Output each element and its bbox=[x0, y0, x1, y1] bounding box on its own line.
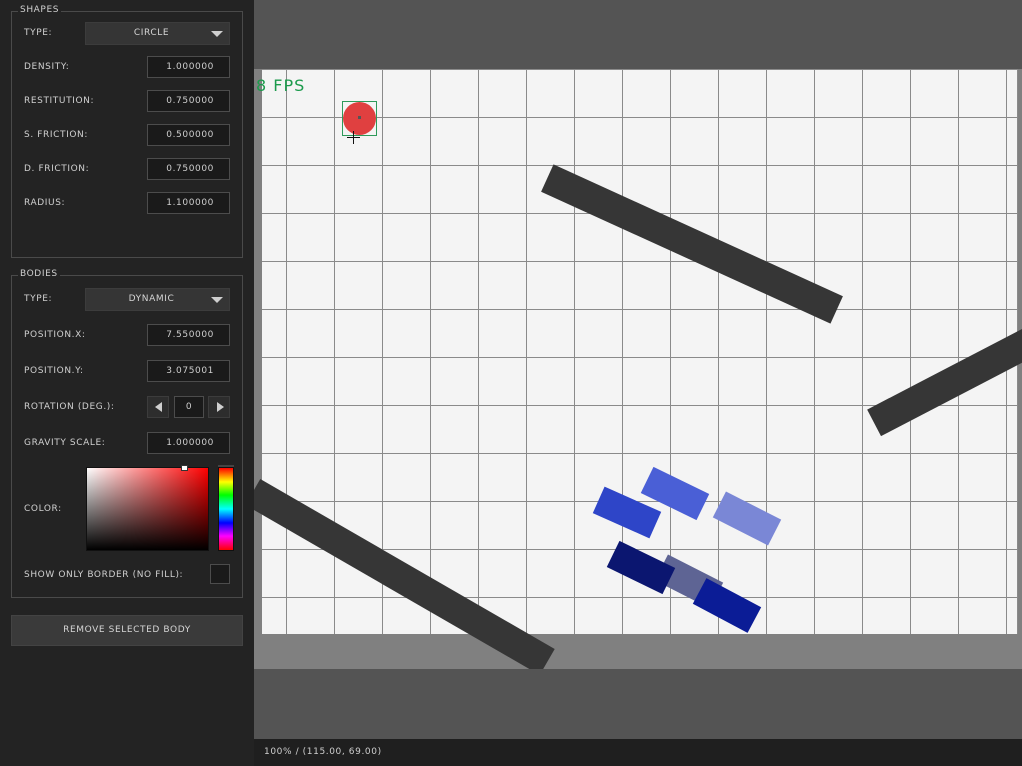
circle-center-marker bbox=[358, 116, 361, 119]
rotation-decrement-button[interactable] bbox=[147, 396, 169, 418]
shape-type-dropdown[interactable]: CIRCLE bbox=[85, 22, 230, 45]
crosshair-cursor-icon bbox=[353, 131, 354, 144]
bodies-legend: BODIES bbox=[18, 269, 60, 279]
status-bar: 100% / (115.00, 69.00) bbox=[254, 739, 1022, 766]
remove-selected-body-button[interactable]: REMOVE SELECTED BODY bbox=[11, 615, 243, 646]
show-border-checkbox[interactable] bbox=[210, 564, 230, 584]
bodies-group: BODIES TYPE: DYNAMIC POSITION.X: 7.55000… bbox=[11, 269, 243, 598]
chevron-down-icon bbox=[211, 297, 223, 303]
physics-canvas[interactable] bbox=[254, 69, 1022, 669]
color-saturation-value-picker[interactable] bbox=[86, 465, 209, 551]
radius-label: RADIUS: bbox=[24, 198, 66, 208]
gravity-scale-label: GRAVITY SCALE: bbox=[24, 438, 106, 448]
radius-field[interactable]: 1.100000 bbox=[147, 192, 230, 214]
restitution-field[interactable]: 0.750000 bbox=[147, 90, 230, 112]
position-x-label: POSITION.X: bbox=[24, 330, 86, 340]
color-label: COLOR: bbox=[24, 504, 62, 514]
properties-sidebar: SHAPES TYPE: CIRCLE DENSITY: 1.000000 RE… bbox=[0, 0, 254, 766]
zoom-coordinates-readout: 100% / (115.00, 69.00) bbox=[264, 747, 382, 757]
chevron-down-icon bbox=[211, 31, 223, 37]
rotation-increment-button[interactable] bbox=[208, 396, 230, 418]
arrow-left-icon bbox=[155, 402, 162, 412]
dynamic-friction-label: D. FRICTION: bbox=[24, 164, 90, 174]
rotation-label: ROTATION (DEG.): bbox=[24, 402, 115, 412]
position-x-field[interactable]: 7.550000 bbox=[147, 324, 230, 346]
static-friction-field[interactable]: 0.500000 bbox=[147, 124, 230, 146]
shapes-legend: SHAPES bbox=[18, 5, 62, 15]
position-y-label: POSITION.Y: bbox=[24, 366, 84, 376]
color-picker-cursor[interactable] bbox=[181, 465, 188, 471]
density-label: DENSITY: bbox=[24, 62, 70, 72]
density-field[interactable]: 1.000000 bbox=[147, 56, 230, 78]
shapes-group: SHAPES TYPE: CIRCLE DENSITY: 1.000000 RE… bbox=[11, 5, 243, 258]
rotation-field[interactable]: 0 bbox=[174, 396, 204, 418]
shape-type-label: TYPE: bbox=[24, 28, 53, 38]
dynamic-friction-field[interactable]: 0.750000 bbox=[147, 158, 230, 180]
gravity-scale-field[interactable]: 1.000000 bbox=[147, 432, 230, 454]
restitution-label: RESTITUTION: bbox=[24, 96, 95, 106]
fps-counter: 8 FPS bbox=[256, 76, 306, 95]
static-friction-label: S. FRICTION: bbox=[24, 130, 89, 140]
body-type-label: TYPE: bbox=[24, 294, 53, 304]
arrow-right-icon bbox=[217, 402, 224, 412]
shape-type-value: CIRCLE bbox=[133, 28, 170, 38]
position-y-field[interactable]: 3.075001 bbox=[147, 360, 230, 382]
show-border-label: SHOW ONLY BORDER (NO FILL): bbox=[24, 570, 184, 580]
body-type-value: DYNAMIC bbox=[128, 294, 175, 304]
hue-slider[interactable] bbox=[218, 467, 234, 551]
body-type-dropdown[interactable]: DYNAMIC bbox=[85, 288, 230, 311]
